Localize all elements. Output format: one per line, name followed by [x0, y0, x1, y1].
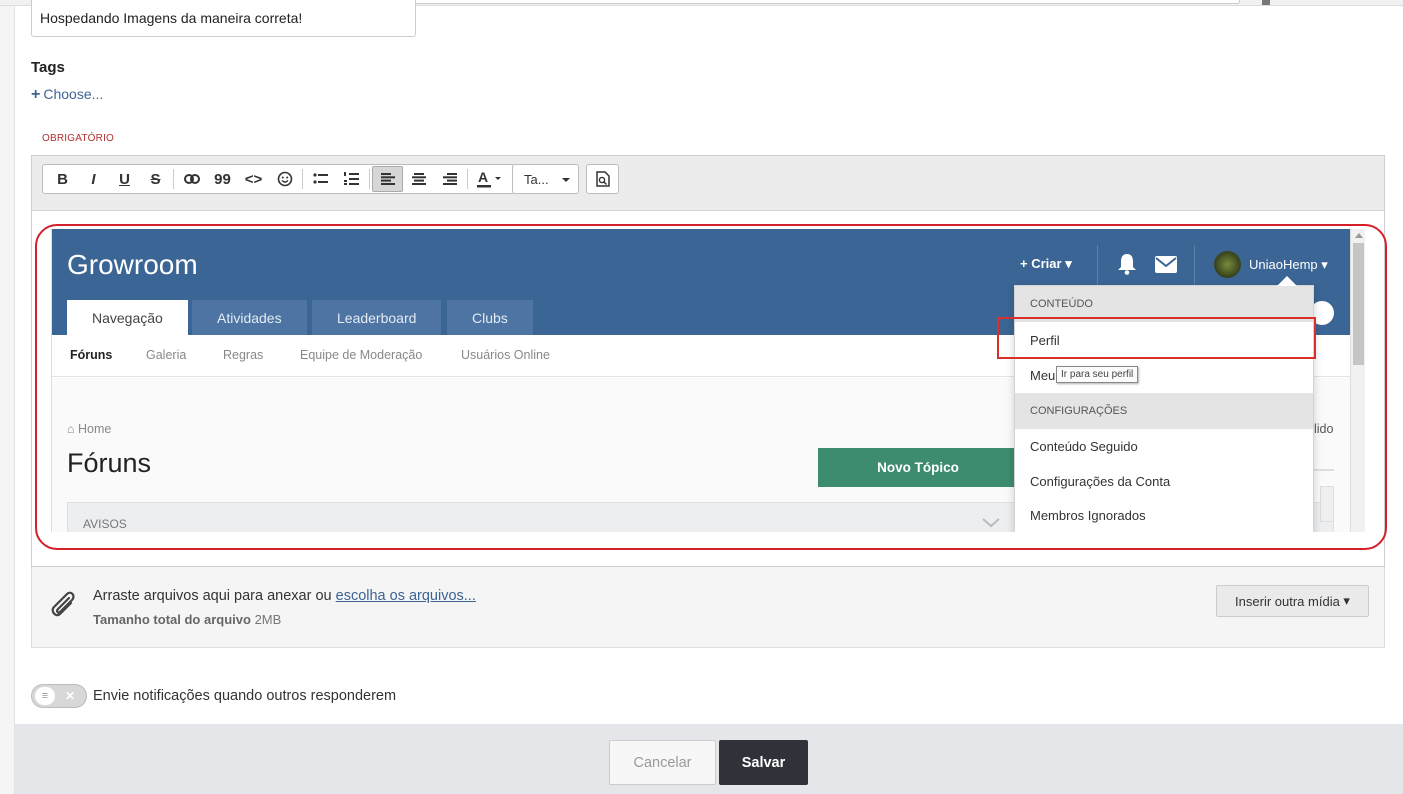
smiley-icon — [277, 171, 292, 187]
editor-toolbar: B I U S 99 <> A Ta... — [32, 156, 1384, 211]
toolbar-divider — [369, 169, 370, 189]
save-button[interactable]: Salvar — [719, 740, 808, 785]
link-button[interactable] — [176, 166, 207, 192]
preview-button[interactable] — [586, 164, 619, 194]
format-button-group: B I U S 99 <> A — [42, 164, 515, 194]
attach-text: Arraste arquivos aqui para anexar ou — [93, 588, 332, 604]
toolbar-divider — [467, 169, 468, 189]
toolbar-divider — [173, 169, 174, 189]
tags-label: Tags — [31, 59, 65, 76]
bold-button[interactable]: B — [47, 166, 78, 192]
notify-label: Envie notificações quando outros respond… — [93, 688, 397, 704]
notify-toggle[interactable]: ≡ ✕ — [31, 684, 87, 708]
close-icon: ✕ — [64, 689, 76, 703]
chevron-down-icon — [562, 178, 570, 182]
insert-media-button[interactable]: Inserir outra mídia ▾ — [1216, 585, 1369, 617]
attach-instructions: Arraste arquivos aqui para anexar ou esc… — [93, 588, 476, 604]
numbered-list-button[interactable] — [336, 166, 367, 192]
code-button[interactable]: <> — [238, 166, 269, 192]
preview-icon — [595, 171, 610, 187]
align-center-icon — [411, 173, 426, 185]
strikethrough-button[interactable]: S — [140, 166, 171, 192]
page-left-gutter — [0, 0, 15, 794]
choose-tags-label: Choose... — [43, 86, 104, 102]
font-family-value: Ta... — [524, 172, 549, 187]
attach-size-label: Tamanho total do arquivo — [93, 612, 251, 627]
align-center-button[interactable] — [403, 166, 434, 192]
bullet-list-button[interactable] — [305, 166, 336, 192]
choose-files-link[interactable]: escolha os arquivos... — [336, 588, 476, 604]
text-color-button[interactable]: A — [470, 166, 510, 192]
underline-button[interactable]: U — [109, 166, 140, 192]
italic-button[interactable]: I — [78, 166, 109, 192]
toggle-knob-icon: ≡ — [35, 687, 55, 705]
align-left-icon — [380, 173, 395, 185]
paperclip-icon — [51, 591, 75, 617]
plus-icon: + — [31, 86, 41, 103]
attachment-area[interactable]: Arraste arquivos aqui para anexar ou esc… — [31, 567, 1385, 648]
cancel-button[interactable]: Cancelar — [609, 740, 716, 785]
attach-size-info: Tamanho total do arquivo 2MB — [93, 612, 281, 627]
svg-text:A: A — [478, 170, 488, 185]
align-left-button[interactable] — [372, 166, 403, 192]
bullet-list-icon — [312, 173, 328, 184]
font-family-select[interactable]: Ta... — [512, 164, 579, 194]
link-icon — [183, 174, 200, 184]
required-label: OBRIGATÓRIO — [42, 133, 115, 144]
choose-tags-link[interactable]: + Choose... — [31, 86, 103, 104]
align-right-icon — [442, 173, 457, 185]
align-right-button[interactable] — [434, 166, 465, 192]
text-color-icon: A — [477, 170, 501, 188]
toolbar-divider — [302, 169, 303, 189]
insert-media-label: Inserir outra mídia — [1235, 593, 1340, 609]
quote-button[interactable]: 99 — [207, 166, 238, 192]
numbered-list-icon — [343, 172, 359, 185]
emoji-button[interactable] — [269, 166, 300, 192]
extension-icon — [1262, 0, 1270, 5]
highlight-frame — [35, 224, 1387, 550]
attach-size-value: 2MB — [254, 612, 282, 627]
topic-title-input[interactable]: Hospedando Imagens da maneira correta! — [31, 0, 416, 37]
